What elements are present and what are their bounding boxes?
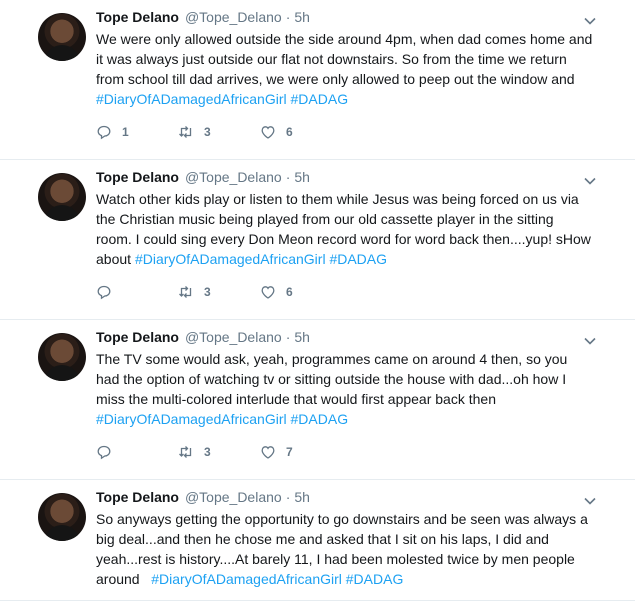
avatar[interactable] — [38, 173, 86, 221]
retweet-button[interactable]: 3 — [178, 444, 260, 460]
tweet[interactable]: Tope Delano @Tope_Delano · 5h The TV som… — [0, 320, 635, 480]
hashtags[interactable]: #DiaryOfADamagedAfricanGirl #DADAG — [151, 571, 403, 587]
like-button[interactable]: 6 — [260, 124, 342, 140]
tweet-text: The TV some would ask, yeah, programmes … — [96, 349, 593, 429]
like-count: 7 — [286, 445, 293, 459]
avatar[interactable] — [38, 493, 86, 541]
hashtags[interactable]: #DiaryOfADamagedAfricanGirl #DADAG — [96, 91, 348, 107]
tweet-header: Tope Delano @Tope_Delano · 5h — [96, 329, 621, 349]
timestamp[interactable]: 5h — [294, 329, 310, 345]
tweet[interactable]: Tope Delano @Tope_Delano · 5h We were on… — [0, 0, 635, 160]
separator: · — [285, 489, 291, 505]
author-name[interactable]: Tope Delano — [96, 169, 179, 185]
hashtags[interactable]: #DiaryOfADamagedAfricanGirl #DADAG — [96, 411, 348, 427]
reply-button[interactable] — [96, 444, 178, 460]
separator: · — [285, 9, 291, 25]
retweet-icon — [179, 126, 192, 138]
reply-icon — [97, 285, 111, 300]
author-name[interactable]: Tope Delano — [96, 489, 179, 505]
tweet-header: Tope Delano @Tope_Delano · 5h — [96, 169, 621, 189]
heart-icon — [261, 446, 275, 459]
tweet[interactable]: Tope Delano @Tope_Delano · 5h So anyways… — [0, 480, 635, 601]
tweet-header: Tope Delano @Tope_Delano · 5h — [96, 9, 621, 29]
retweet-icon — [179, 286, 192, 298]
reply-icon — [97, 445, 111, 460]
timestamp[interactable]: 5h — [294, 489, 310, 505]
timeline: Tope Delano @Tope_Delano · 5h We were on… — [0, 0, 635, 601]
heart-icon — [261, 286, 275, 299]
retweet-count: 3 — [204, 125, 211, 139]
retweet-button[interactable]: 3 — [178, 284, 260, 300]
like-count: 6 — [286, 285, 293, 299]
hashtags[interactable]: #DiaryOfADamagedAfricanGirl #DADAG — [135, 251, 387, 267]
reply-button[interactable] — [96, 284, 178, 300]
tweet-actions: 1 3 6 — [96, 123, 342, 141]
timestamp[interactable]: 5h — [294, 9, 310, 25]
tweet-text: We were only allowed outside the side ar… — [96, 29, 593, 109]
separator: · — [285, 329, 291, 345]
author-handle[interactable]: @Tope_Delano — [185, 489, 282, 505]
tweet-header: Tope Delano @Tope_Delano · 5h — [96, 489, 621, 509]
reply-button[interactable]: 1 — [96, 124, 178, 140]
reply-icon — [97, 125, 111, 140]
chevron-down-icon[interactable] — [583, 334, 597, 348]
retweet-button[interactable]: 3 — [178, 124, 260, 140]
tweet-body: The TV some would ask, yeah, programmes … — [96, 351, 568, 407]
retweet-icon — [179, 446, 192, 458]
tweet-text: Watch other kids play or listen to them … — [96, 189, 593, 269]
chevron-down-icon[interactable] — [583, 494, 597, 508]
like-button[interactable]: 7 — [260, 444, 342, 460]
author-handle[interactable]: @Tope_Delano — [185, 329, 282, 345]
avatar[interactable] — [38, 13, 86, 61]
reply-count: 1 — [122, 125, 129, 139]
chevron-down-icon[interactable] — [583, 14, 597, 28]
chevron-down-icon[interactable] — [583, 174, 597, 188]
heart-icon — [261, 126, 275, 139]
tweet-actions: 3 6 — [96, 283, 342, 301]
author-handle[interactable]: @Tope_Delano — [185, 9, 282, 25]
retweet-count: 3 — [204, 445, 211, 459]
like-button[interactable]: 6 — [260, 284, 342, 300]
tweet-body: We were only allowed outside the side ar… — [96, 31, 593, 87]
tweet-actions: 3 7 — [96, 443, 342, 461]
tweet-text: So anyways getting the opportunity to go… — [96, 509, 593, 589]
like-count: 6 — [286, 125, 293, 139]
author-name[interactable]: Tope Delano — [96, 329, 179, 345]
author-name[interactable]: Tope Delano — [96, 9, 179, 25]
avatar[interactable] — [38, 333, 86, 381]
retweet-count: 3 — [204, 285, 211, 299]
separator: · — [285, 169, 291, 185]
tweet[interactable]: Tope Delano @Tope_Delano · 5h Watch othe… — [0, 160, 635, 320]
timestamp[interactable]: 5h — [294, 169, 310, 185]
author-handle[interactable]: @Tope_Delano — [185, 169, 282, 185]
